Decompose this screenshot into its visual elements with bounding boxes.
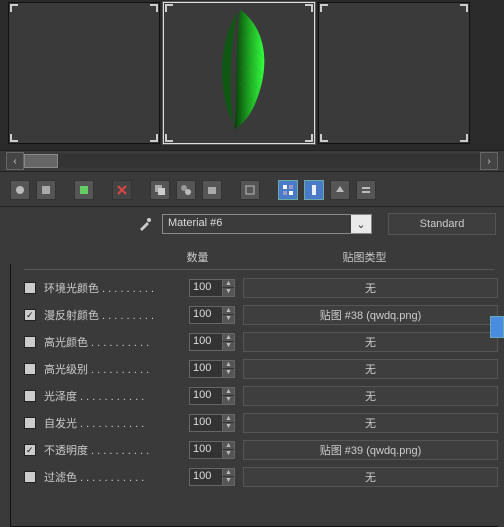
spin-down-icon[interactable]: ▼: [222, 477, 234, 485]
side-tab[interactable]: [490, 316, 504, 338]
map-slot-button[interactable]: 无: [243, 359, 498, 379]
map-slot-button[interactable]: 无: [243, 332, 498, 352]
amount-spinner[interactable]: 100▲▼: [189, 306, 235, 324]
spin-up-icon[interactable]: ▲: [222, 361, 234, 370]
amount-spinner[interactable]: 100▲▼: [189, 468, 235, 486]
spin-up-icon[interactable]: ▲: [222, 307, 234, 316]
amount-value: 100: [190, 280, 222, 296]
show-end-icon[interactable]: [304, 180, 324, 200]
map-row: 过滤色 . . . . . . . . . . .100▲▼无: [24, 463, 498, 490]
preview-slot-3[interactable]: [318, 2, 470, 144]
amount-spinner[interactable]: 100▲▼: [189, 414, 235, 432]
amount-spinner[interactable]: 100▲▼: [189, 441, 235, 459]
get-material-icon[interactable]: [10, 180, 30, 200]
amount-spinner[interactable]: 100▲▼: [189, 387, 235, 405]
map-label: 环境光颜色 . . . . . . . . .: [40, 280, 185, 296]
material-render: [194, 2, 284, 132]
map-label: 不透明度 . . . . . . . . . .: [40, 442, 185, 458]
map-slot-button[interactable]: 无: [243, 386, 498, 406]
eyedropper-icon[interactable]: [136, 215, 154, 233]
amount-value: 100: [190, 442, 222, 458]
reset-icon[interactable]: [112, 180, 132, 200]
put-to-scene-icon[interactable]: [36, 180, 56, 200]
map-row: 高光颜色 . . . . . . . . . .100▲▼无: [24, 328, 498, 355]
spin-down-icon[interactable]: ▼: [222, 396, 234, 404]
amount-spinner[interactable]: 100▲▼: [189, 360, 235, 378]
spin-down-icon[interactable]: ▼: [222, 369, 234, 377]
map-checkbox[interactable]: [24, 282, 36, 294]
map-checkbox[interactable]: [24, 417, 36, 429]
material-name-text: Material #6: [163, 215, 351, 233]
map-checkbox[interactable]: [24, 444, 36, 456]
map-row: 光泽度 . . . . . . . . . . .100▲▼无: [24, 382, 498, 409]
map-slot-button[interactable]: 贴图 #39 (qwdq.png): [243, 440, 498, 460]
map-checkbox[interactable]: [24, 471, 36, 483]
amount-value: 100: [190, 334, 222, 350]
map-checkbox[interactable]: [24, 390, 36, 402]
scroll-track[interactable]: [24, 154, 480, 168]
spin-down-icon[interactable]: ▼: [222, 450, 234, 458]
preview-scrollbar: ‹ ›: [0, 150, 504, 172]
map-checkbox[interactable]: [24, 363, 36, 375]
map-row: 环境光颜色 . . . . . . . . .100▲▼无: [24, 274, 498, 301]
scroll-thumb[interactable]: [24, 154, 58, 168]
amount-spinner[interactable]: 100▲▼: [189, 333, 235, 351]
map-row: 自发光 . . . . . . . . . . .100▲▼无: [24, 409, 498, 436]
preview-slot-1[interactable]: [8, 2, 160, 144]
go-sibling-icon[interactable]: [356, 180, 376, 200]
make-unique-icon[interactable]: [176, 180, 196, 200]
map-row: 不透明度 . . . . . . . . . .100▲▼贴图 #39 (qwd…: [24, 436, 498, 463]
map-label: 自发光 . . . . . . . . . . .: [40, 415, 185, 431]
go-parent-icon[interactable]: [330, 180, 350, 200]
map-checkbox[interactable]: [24, 336, 36, 348]
map-label: 高光级别 . . . . . . . . . .: [40, 361, 185, 377]
header-maptype: 贴图类型: [225, 249, 504, 265]
map-rows: 环境光颜色 . . . . . . . . .100▲▼无漫反射颜色 . . .…: [0, 274, 504, 490]
spin-down-icon[interactable]: ▼: [222, 315, 234, 323]
chevron-down-icon[interactable]: ⌄: [351, 215, 371, 233]
material-toolbar: [0, 172, 504, 207]
map-label: 光泽度 . . . . . . . . . . .: [40, 388, 185, 404]
amount-value: 100: [190, 307, 222, 323]
spin-up-icon[interactable]: ▲: [222, 334, 234, 343]
scroll-right-button[interactable]: ›: [480, 152, 498, 170]
maps-header: 数量 贴图类型: [0, 245, 504, 269]
material-name-row: Material #6 ⌄ Standard: [0, 207, 504, 245]
amount-spinner[interactable]: 100▲▼: [189, 279, 235, 297]
put-to-library-icon[interactable]: [202, 180, 222, 200]
show-in-viewport-icon[interactable]: [278, 180, 298, 200]
spin-up-icon[interactable]: ▲: [222, 388, 234, 397]
make-copy-icon[interactable]: [150, 180, 170, 200]
preview-slot-2[interactable]: [163, 2, 315, 144]
assign-icon[interactable]: [74, 180, 94, 200]
map-label: 高光颜色 . . . . . . . . . .: [40, 334, 185, 350]
map-label: 过滤色 . . . . . . . . . . .: [40, 469, 185, 485]
map-label: 漫反射颜色 . . . . . . . . .: [40, 307, 185, 323]
map-slot-button[interactable]: 无: [243, 413, 498, 433]
material-name-dropdown[interactable]: Material #6 ⌄: [162, 214, 372, 234]
spin-up-icon[interactable]: ▲: [222, 415, 234, 424]
map-slot-button[interactable]: 无: [243, 278, 498, 298]
spin-down-icon[interactable]: ▼: [222, 288, 234, 296]
amount-value: 100: [190, 388, 222, 404]
amount-value: 100: [190, 361, 222, 377]
spin-up-icon[interactable]: ▲: [222, 442, 234, 451]
map-slot-button[interactable]: 无: [243, 467, 498, 487]
map-row: 高光级别 . . . . . . . . . .100▲▼无: [24, 355, 498, 382]
material-type-button[interactable]: Standard: [388, 213, 496, 235]
map-checkbox[interactable]: [24, 309, 36, 321]
map-slot-button[interactable]: 贴图 #38 (qwdq.png): [243, 305, 498, 325]
amount-value: 100: [190, 469, 222, 485]
spin-down-icon[interactable]: ▼: [222, 423, 234, 431]
spin-up-icon[interactable]: ▲: [222, 469, 234, 478]
spin-up-icon[interactable]: ▲: [222, 280, 234, 289]
spin-down-icon[interactable]: ▼: [222, 342, 234, 350]
preview-strip: [0, 0, 504, 150]
material-id-icon[interactable]: [240, 180, 260, 200]
header-amount: 数量: [0, 249, 225, 265]
amount-value: 100: [190, 415, 222, 431]
scroll-left-button[interactable]: ‹: [6, 152, 24, 170]
map-row: 漫反射颜色 . . . . . . . . .100▲▼贴图 #38 (qwdq…: [24, 301, 498, 328]
